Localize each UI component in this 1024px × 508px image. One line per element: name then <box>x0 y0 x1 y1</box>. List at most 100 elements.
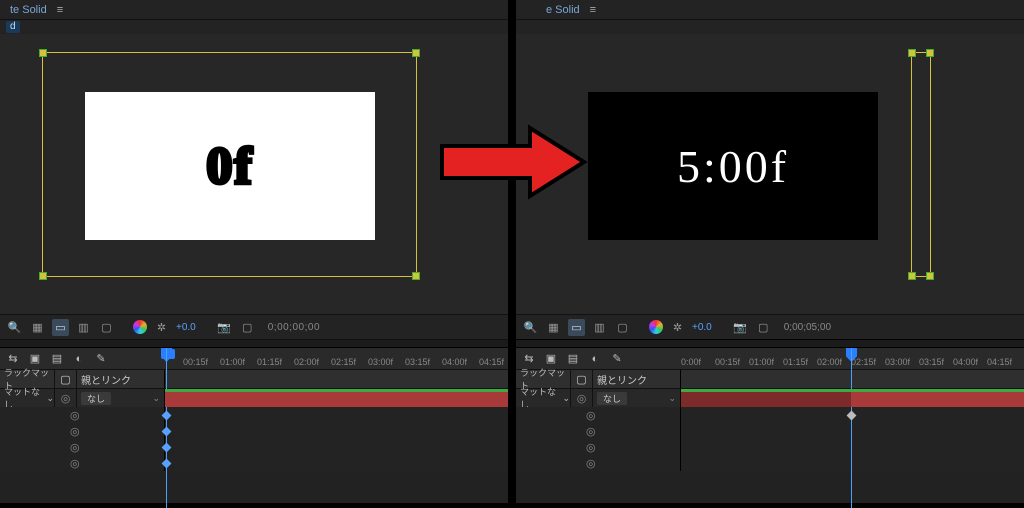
col-switch[interactable]: ▢ <box>55 370 77 388</box>
mask-toggle-icon[interactable]: ▭ <box>568 319 585 336</box>
col-switch[interactable]: ▢ <box>571 370 593 388</box>
guides-icon[interactable]: ▥ <box>591 319 608 336</box>
property-row-3: ◎ <box>516 439 1024 455</box>
composition-viewer[interactable]: 5:00f <box>516 34 1024 314</box>
ruler-tick: 00:15f <box>183 357 208 367</box>
prop-pickwhip-1[interactable]: ◎ <box>516 407 681 423</box>
grid-icon[interactable]: ▦ <box>545 319 562 336</box>
ruler-tick: 04:15f <box>479 357 504 367</box>
safe-zones-icon[interactable]: ▢ <box>98 319 115 336</box>
color-management-icon[interactable] <box>133 320 147 334</box>
layer-bar[interactable] <box>851 392 1024 407</box>
tl-frame-blend-icon[interactable]: ▤ <box>566 352 580 366</box>
ruler-tick: 01:00f <box>749 357 774 367</box>
prop-pickwhip-3[interactable]: ◎ <box>516 439 681 455</box>
handle-bl[interactable] <box>908 272 916 280</box>
matte-cell[interactable]: マットなし⌄ <box>516 389 571 407</box>
prop-pickwhip-2[interactable]: ◎ <box>0 423 165 439</box>
layer-track[interactable] <box>165 389 508 407</box>
time-ruler[interactable]: 0:00f00:15f01:00f01:15f02:00f02:15f03:00… <box>681 348 1024 369</box>
composition-viewer[interactable]: 0f <box>0 34 508 314</box>
col-parent-link[interactable]: 親とリンク <box>77 370 165 388</box>
handle-br[interactable] <box>412 272 420 280</box>
prop-pickwhip-4[interactable]: ◎ <box>516 455 681 471</box>
layer-track[interactable] <box>681 389 1024 407</box>
time-ruler[interactable]: 0f 00:15f01:00f01:15f02:00f02:15f03:00f0… <box>165 348 508 369</box>
prop-pickwhip-4[interactable]: ◎ <box>0 455 165 471</box>
snapshot-icon[interactable]: 📷 <box>732 319 749 336</box>
magnify-icon[interactable]: 🔍 <box>6 319 23 336</box>
layer-row[interactable]: マットなし⌄ ◎ なし⌄ <box>0 389 508 407</box>
pickwhip-icon[interactable]: ◎ <box>571 389 593 407</box>
mask-toggle-icon[interactable]: ▭ <box>52 319 69 336</box>
tl-frame-blend-icon[interactable]: ▤ <box>50 352 64 366</box>
tag-bar <box>516 20 1024 34</box>
tl-shy-icon[interactable]: ▣ <box>28 352 42 366</box>
tl-graph-icon[interactable]: ✎ <box>94 352 108 366</box>
prop-pickwhip-2[interactable]: ◎ <box>516 423 681 439</box>
ruler-tick: 02:15f <box>331 357 356 367</box>
current-timecode[interactable]: 0;00;05;00 <box>784 322 831 333</box>
tl-search-icon[interactable]: ⇆ <box>522 352 536 366</box>
timeline-empty <box>0 471 508 503</box>
exposure-value[interactable]: +0.0 <box>692 322 712 333</box>
handle-tr[interactable] <box>412 49 420 57</box>
panel-separator <box>508 0 516 503</box>
ruler-tick: 01:15f <box>783 357 808 367</box>
pickwhip-icon[interactable]: ◎ <box>55 389 77 407</box>
viewer-tab[interactable]: te Solid <box>4 2 53 18</box>
ruler-tick: 00:15f <box>715 357 740 367</box>
timeline-empty <box>516 471 1024 503</box>
layer-bar-past[interactable] <box>681 392 851 407</box>
layer-bounding-box[interactable] <box>911 52 931 277</box>
panel-menu-icon[interactable]: ≡ <box>57 4 63 16</box>
layer-row[interactable]: マットなし⌄ ◎ なし⌄ <box>516 389 1024 407</box>
parent-dropdown[interactable]: なし⌄ <box>77 389 165 407</box>
safe-zones-icon[interactable]: ▢ <box>614 319 631 336</box>
exposure-gear-icon[interactable]: ✲ <box>153 319 170 336</box>
panel-menu-icon[interactable]: ≡ <box>590 4 596 16</box>
current-timecode[interactable]: 0;00;00;00 <box>268 322 320 333</box>
tl-graph-icon[interactable]: ✎ <box>610 352 624 366</box>
prop-pickwhip-3[interactable]: ◎ <box>0 439 165 455</box>
color-management-icon[interactable] <box>649 320 663 334</box>
keyframe[interactable] <box>847 411 857 421</box>
viewer-tabbar: e Solid ≡ <box>516 0 1024 20</box>
tl-motion-blur-icon[interactable]: ◐ <box>588 352 602 366</box>
left-panel: te Solid ≡ d 0f 🔍 ▦ ▭ ▥ ▢ ✲ +0.0 📷 ▢ 0;0… <box>0 0 508 503</box>
col-parent-link[interactable]: 親とリンク <box>593 370 681 388</box>
handle-bl[interactable] <box>39 272 47 280</box>
snapshot-icon[interactable]: 📷 <box>216 319 233 336</box>
exposure-gear-icon[interactable]: ✲ <box>669 319 686 336</box>
viewer-tab[interactable]: e Solid <box>540 2 586 18</box>
timeline-header: ⇆ ▣ ▤ ◐ ✎ 0f 00:15f01:00f01:15f02:00f02:… <box>0 348 508 370</box>
track-header-area <box>165 370 508 388</box>
layer-columns-header: ラックマット ▢ 親とリンク <box>0 370 508 389</box>
handle-br[interactable] <box>926 272 934 280</box>
tl-motion-blur-icon[interactable]: ◐ <box>72 352 86 366</box>
handle-tr[interactable] <box>926 49 934 57</box>
preview-icon[interactable]: ▢ <box>755 319 772 336</box>
exposure-value[interactable]: +0.0 <box>176 322 196 333</box>
matte-cell[interactable]: マットなし⌄ <box>0 389 55 407</box>
tl-search-icon[interactable]: ⇆ <box>6 352 20 366</box>
magnify-icon[interactable]: 🔍 <box>522 319 539 336</box>
layer-columns-header: ラックマット ▢ 親とリンク <box>516 370 1024 389</box>
grid-icon[interactable]: ▦ <box>29 319 46 336</box>
tl-shy-icon[interactable]: ▣ <box>544 352 558 366</box>
preview-icon[interactable]: ▢ <box>239 319 256 336</box>
guides-icon[interactable]: ▥ <box>75 319 92 336</box>
handle-tl[interactable] <box>908 49 916 57</box>
right-panel: e Solid ≡ 5:00f 🔍 ▦ ▭ ▥ ▢ ✲ +0.0 📷 ▢ 0;0… <box>516 0 1024 503</box>
layer-bar[interactable] <box>165 392 508 407</box>
viewer-footer: 🔍 ▦ ▭ ▥ ▢ ✲ +0.0 📷 ▢ 0;00;00;00 <box>0 314 508 340</box>
handle-tl[interactable] <box>39 49 47 57</box>
viewer-footer: 🔍 ▦ ▭ ▥ ▢ ✲ +0.0 📷 ▢ 0;00;05;00 <box>516 314 1024 340</box>
prop-pickwhip-1[interactable]: ◎ <box>0 407 165 423</box>
ruler-tick: 01:00f <box>220 357 245 367</box>
parent-dropdown[interactable]: なし⌄ <box>593 389 681 407</box>
comp-canvas: 5:00f <box>588 92 878 240</box>
property-row-4: ◎ <box>0 455 508 471</box>
viewer-tag[interactable]: d <box>6 21 20 33</box>
viewer-text: 5:00f <box>677 140 789 193</box>
